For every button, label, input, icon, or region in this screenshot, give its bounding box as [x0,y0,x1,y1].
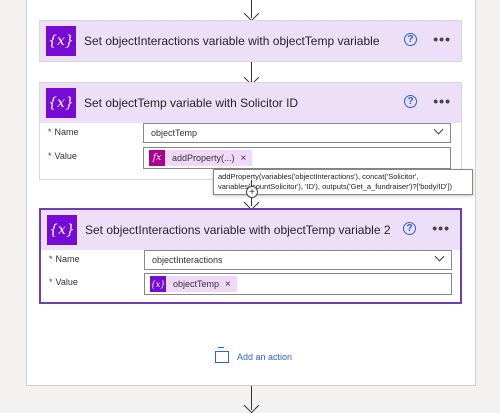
name-dropdown[interactable]: objectTemp [143,123,451,143]
add-action-label: Add an action [237,352,293,362]
action-card-3[interactable]: {x} Set objectInteractions variable with… [39,208,462,304]
variable-token[interactable]: {x} objectTemp × [150,276,237,292]
chevron-down-icon[interactable] [433,124,444,135]
name-dropdown[interactable]: objectInteractions [144,250,452,270]
expression-token[interactable]: fx addProperty(...) × [149,150,253,166]
action-header[interactable]: {x} Set objectInteractions variable with… [41,210,460,250]
more-options-icon[interactable]: ••• [433,32,451,46]
action-title: Set objectInteractions variable with obj… [84,34,380,48]
more-options-icon[interactable]: ••• [433,94,451,108]
chevron-down-icon[interactable] [434,251,445,262]
help-icon[interactable]: ? [403,222,416,235]
variable-icon: {x} [150,276,166,292]
action-header[interactable]: {x} Set objectTemp variable with Solicit… [40,83,461,123]
action-card-1[interactable]: {x} Set objectInteractions variable with… [39,20,462,62]
action-title: Set objectTemp variable with Solicitor I… [84,96,299,110]
variable-icon: {x} [46,26,76,56]
remove-token-icon[interactable]: × [241,153,247,164]
add-action-icon [215,347,229,363]
connector-arrowhead [243,397,260,413]
name-row: * Name objectInteractions [41,250,460,272]
value-label: * Value [49,277,78,287]
value-input[interactable]: fx addProperty(...) × [143,147,451,169]
variable-icon: {x} [46,88,76,118]
more-options-icon[interactable]: ••• [432,221,450,235]
token-label: objectTemp [173,279,220,289]
value-label: * Value [48,151,77,161]
remove-token-icon[interactable]: × [225,279,231,290]
help-icon[interactable]: ? [404,33,417,46]
name-row: * Name objectTemp [40,123,461,145]
value-row: * Value fx addProperty(...) × [40,147,461,169]
name-label: * Name [48,127,79,137]
name-value: objectInteractions [152,255,223,265]
name-label: * Name [49,254,80,264]
token-label: addProperty(...) [172,153,235,163]
function-icon: fx [149,150,165,166]
help-icon[interactable]: ? [404,95,417,108]
name-value: objectTemp [151,128,198,138]
variable-icon: {x} [47,215,77,245]
action-card-2[interactable]: {x} Set objectTemp variable with Solicit… [39,82,462,180]
value-row: * Value {x} objectTemp × [41,273,460,295]
value-input[interactable]: {x} objectTemp × [144,273,452,295]
action-header[interactable]: {x} Set objectInteractions variable with… [40,21,461,61]
add-action-button[interactable]: Add an action [215,347,293,363]
action-title: Set objectInteractions variable with obj… [85,223,391,237]
